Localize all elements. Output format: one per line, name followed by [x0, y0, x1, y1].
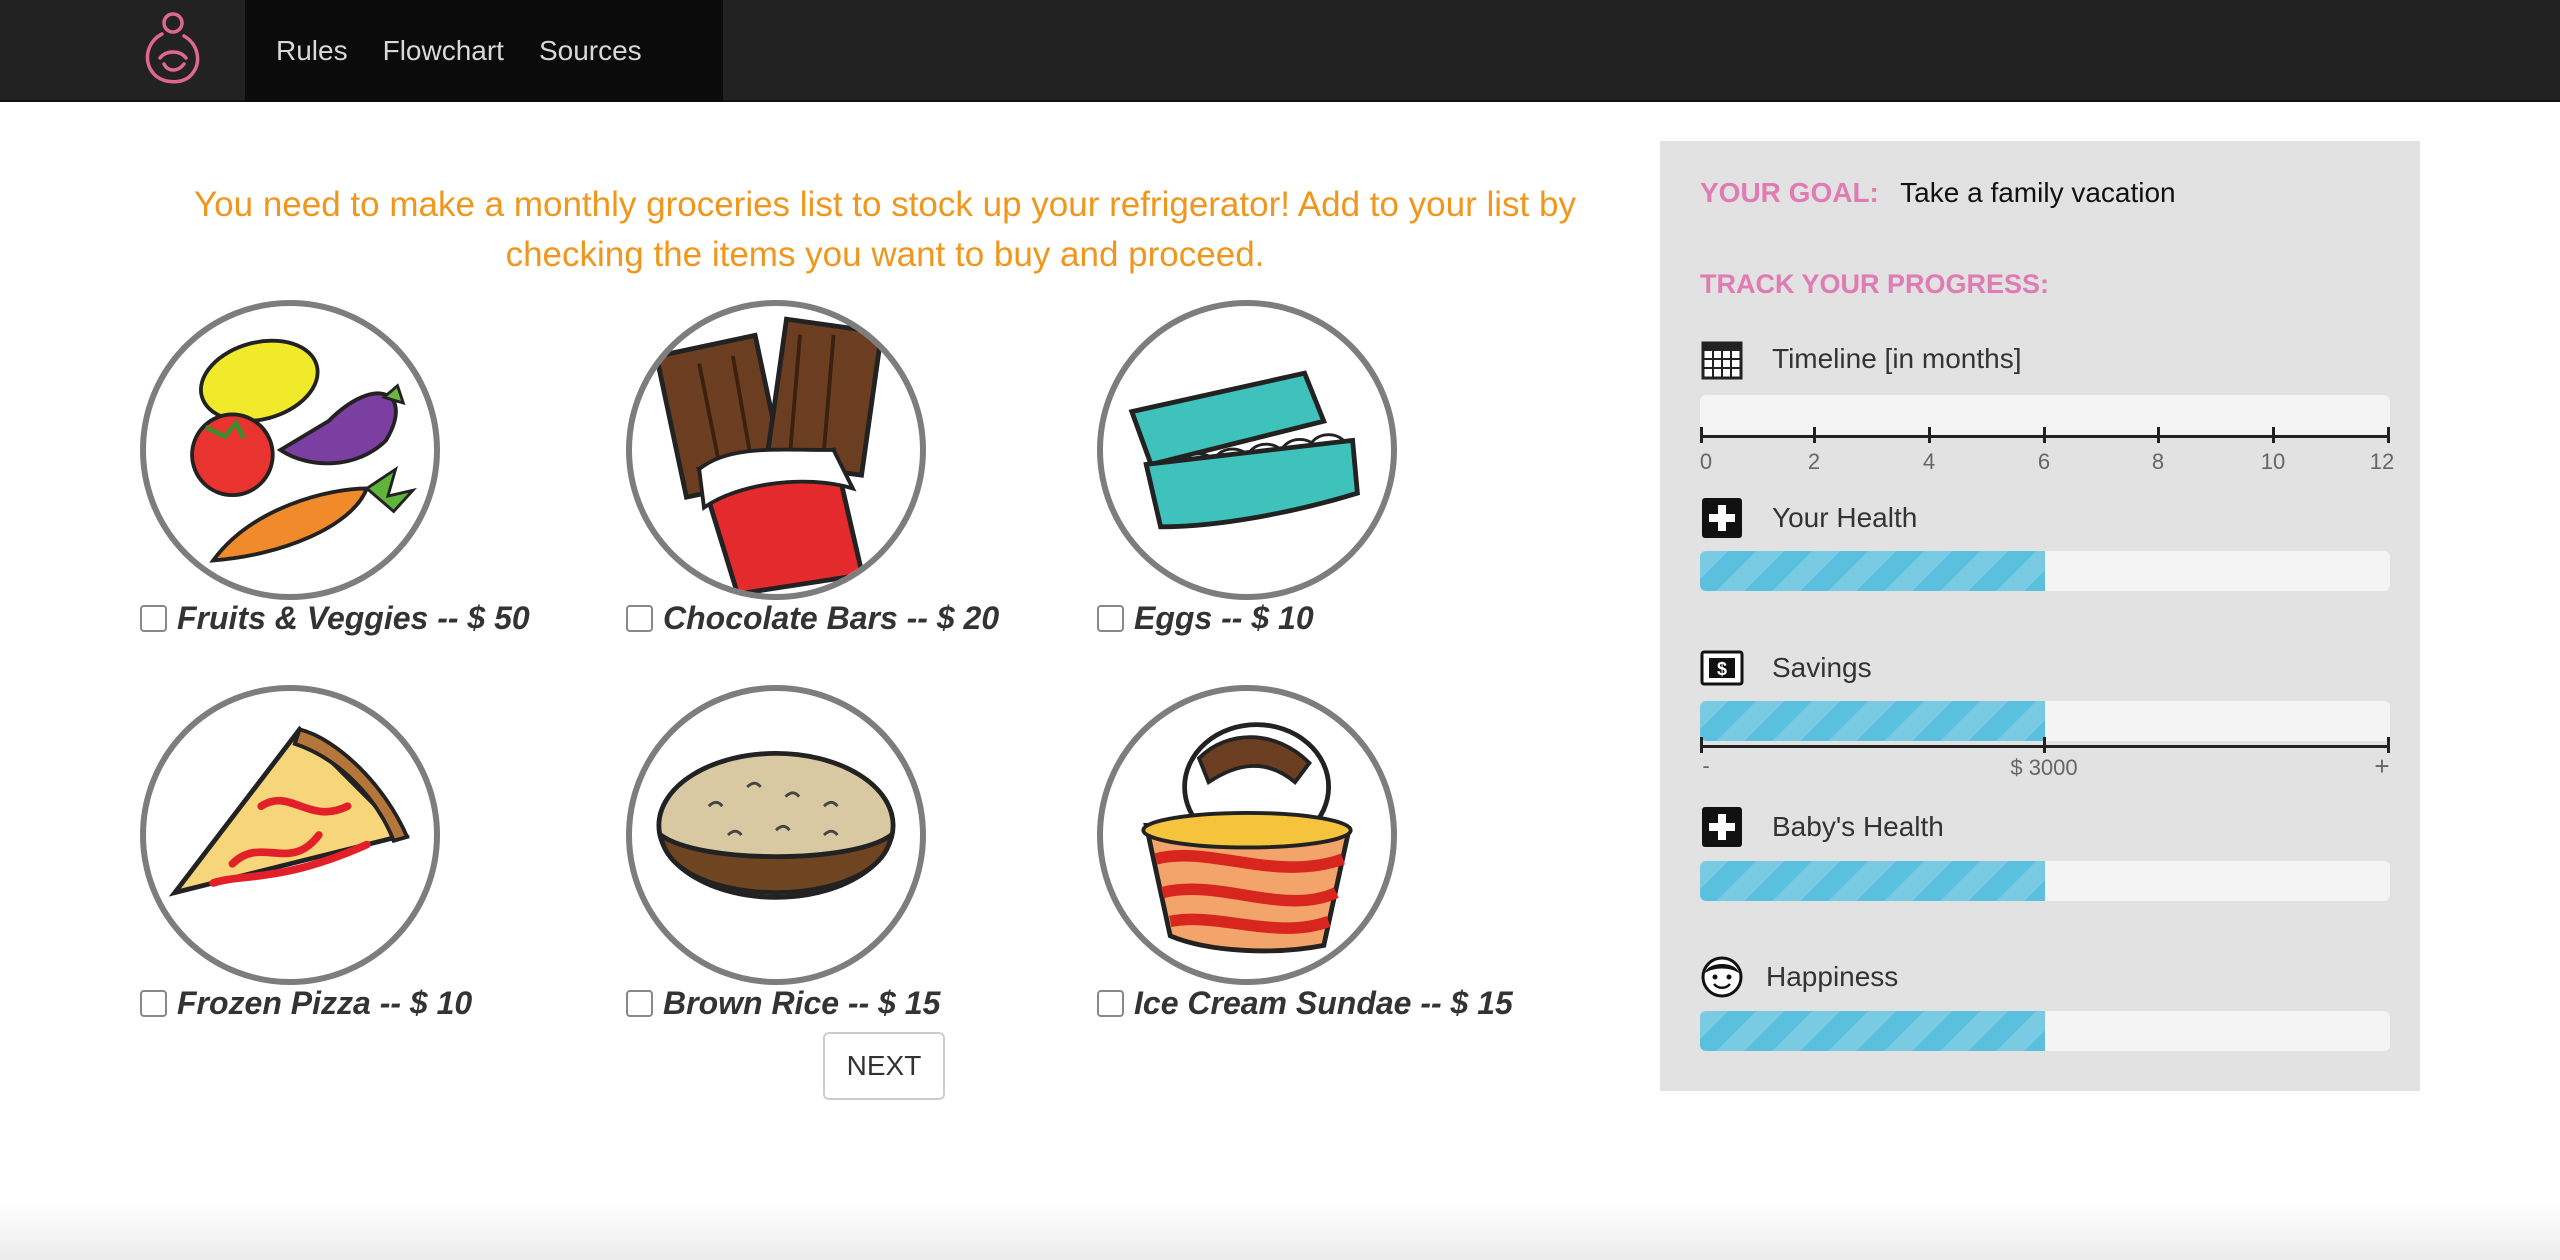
progress-sidebar: YOUR GOAL: Take a family vacation TRACK … — [1660, 141, 2420, 1091]
timeline-scale: 0 2 4 6 8 10 12 — [1699, 427, 2400, 485]
chocolate-bars-icon — [626, 300, 926, 600]
happiness-progress-fill — [1700, 1011, 2045, 1051]
savings-progress-bar — [1700, 701, 2390, 741]
ice-cream-sundae-label: Ice Cream Sundae -- $ 15 — [1134, 985, 1513, 1021]
savings-scale-max: + — [2374, 751, 2390, 781]
timeline-tick: 2 — [1807, 449, 1821, 474]
baby-health-title: Baby's Health — [1700, 805, 1944, 849]
nav-link-flowchart[interactable]: Flowchart — [352, 0, 504, 102]
happiness-progress-bar — [1700, 1011, 2390, 1051]
fruits-veggies-checkbox[interactable] — [140, 605, 167, 632]
timeline-tick: 6 — [2037, 449, 2051, 474]
happiness-label: Happiness — [1766, 961, 1899, 992]
your-health-progress-fill — [1700, 551, 2045, 591]
eggs-icon — [1097, 300, 1397, 600]
savings-label: Savings — [1772, 652, 1872, 683]
pizza-icon — [140, 685, 440, 985]
your-health-title: Your Health — [1700, 496, 1917, 540]
medical-cross-icon — [1700, 496, 1744, 540]
timeline-tick: 8 — [2151, 449, 2165, 474]
brown-rice-checkbox[interactable] — [626, 990, 653, 1017]
savings-scale-min: - — [1702, 753, 1710, 778]
baby-health-progress-bar — [1700, 861, 2390, 901]
savings-scale-mid: $ 3000 — [2010, 755, 2078, 780]
timeline-tick: 12 — [2369, 449, 2395, 474]
goal-value: Take a family vacation — [1900, 177, 2176, 208]
navbar: Rules Flowchart Sources — [0, 0, 2560, 102]
baby-health-label: Baby's Health — [1772, 811, 1944, 842]
your-health-progress-bar — [1700, 551, 2390, 591]
happiness-title: Happiness — [1700, 955, 1898, 999]
chocolate-bars-label: Chocolate Bars -- $ 20 — [663, 600, 1000, 636]
savings-progress-fill — [1700, 701, 2045, 741]
timeline-label: Timeline [in months] — [1772, 343, 2022, 374]
fruits-veggies-icon — [140, 300, 440, 600]
nav-link-rules[interactable]: Rules — [245, 0, 348, 102]
pregnant-woman-logo-icon[interactable] — [128, 6, 218, 96]
frozen-pizza-checkbox[interactable] — [140, 990, 167, 1017]
ice-cream-sundae-checkbox[interactable] — [1097, 990, 1124, 1017]
goal-row: YOUR GOAL: Take a family vacation — [1700, 177, 2176, 209]
nav-tabs: Rules Flowchart Sources — [245, 0, 723, 102]
eggs-label: Eggs -- $ 10 — [1134, 600, 1314, 636]
goal-key: YOUR GOAL: — [1700, 177, 1879, 208]
nav-link-sources[interactable]: Sources — [508, 0, 642, 102]
timeline-tick: 10 — [2260, 449, 2286, 474]
page-bottom-edge — [0, 1200, 2560, 1260]
ice-cream-icon — [1097, 685, 1397, 985]
chocolate-bars-checkbox[interactable] — [626, 605, 653, 632]
smiley-face-icon — [1700, 955, 1744, 999]
calendar-icon — [1700, 337, 1744, 381]
timeline-title: Timeline [in months] — [1700, 337, 2022, 381]
savings-title: $ Savings — [1700, 646, 1872, 690]
rice-bowl-icon — [626, 685, 926, 985]
fruits-veggies-label: Fruits & Veggies -- $ 50 — [177, 600, 530, 636]
next-button[interactable]: NEXT — [823, 1032, 945, 1100]
frozen-pizza-label: Frozen Pizza -- $ 10 — [177, 985, 473, 1021]
svg-text:$: $ — [1717, 659, 1727, 679]
eggs-checkbox[interactable] — [1097, 605, 1124, 632]
dollar-icon: $ — [1700, 646, 1744, 690]
medical-cross-icon — [1700, 805, 1744, 849]
timeline-tick: 4 — [1922, 449, 1936, 474]
brown-rice-label: Brown Rice -- $ 15 — [663, 985, 941, 1021]
track-progress-heading: TRACK YOUR PROGRESS: — [1700, 269, 2050, 299]
your-health-label: Your Health — [1772, 502, 1918, 533]
savings-scale: - $ 3000 + — [1700, 737, 2400, 795]
instructions-text: You need to make a monthly groceries lis… — [194, 185, 1576, 274]
baby-health-progress-fill — [1700, 861, 2045, 901]
timeline-tick: 0 — [1699, 449, 1713, 474]
